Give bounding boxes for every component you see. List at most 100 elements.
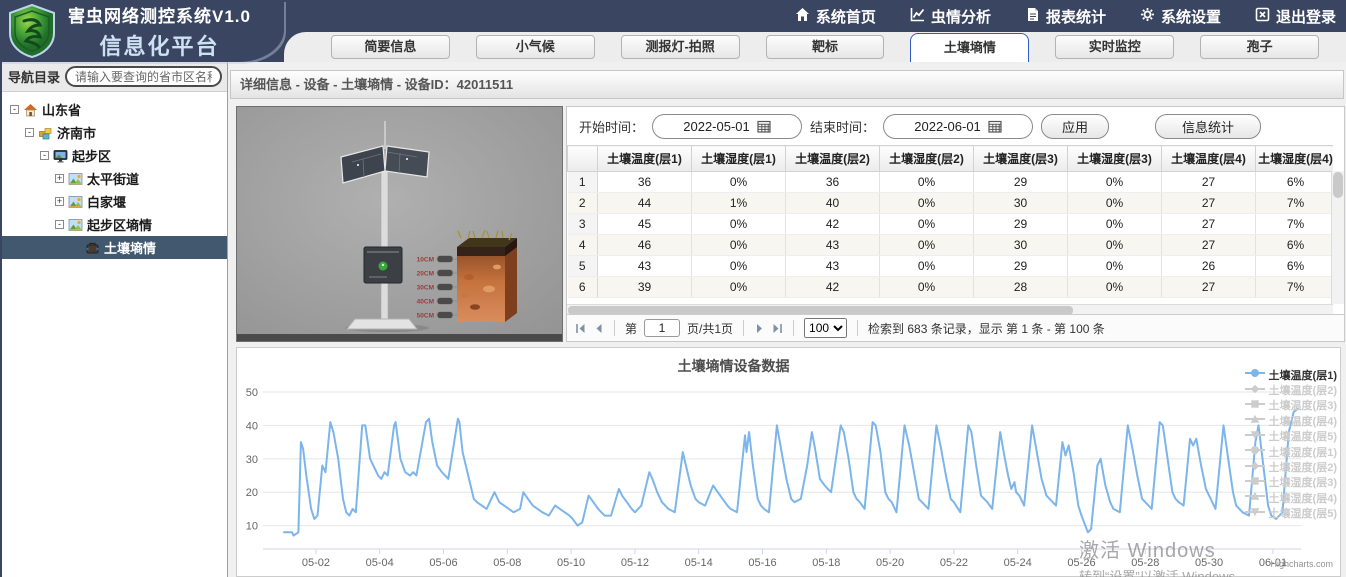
- tree-item-qibuqu[interactable]: - 起步区: [2, 144, 227, 167]
- tree-expander-collapse[interactable]: -: [40, 151, 49, 160]
- tab-brief-info[interactable]: 简要信息: [331, 35, 450, 59]
- tab-lamp-photo[interactable]: 测报灯-拍照: [621, 35, 740, 59]
- tree-item-label: 起步区: [72, 146, 111, 165]
- first-page-button[interactable]: [575, 323, 586, 334]
- legend-marker-square: [1245, 398, 1265, 413]
- legend-item-1[interactable]: 土壤温度(层1): [1245, 367, 1337, 382]
- legend-marker-circle: [1245, 367, 1265, 382]
- data-cell: 43: [786, 235, 880, 256]
- region-search-input[interactable]: [65, 66, 222, 87]
- legend-label: 土壤湿度(层5): [1269, 505, 1337, 521]
- tree-expander-expand[interactable]: +: [55, 197, 64, 206]
- device-photo: 10CM20CM30CM40CM50CM: [237, 107, 562, 341]
- legend-marker-triangle: [1245, 413, 1265, 428]
- tree-item-jinan[interactable]: - 济南市: [2, 121, 227, 144]
- province-icon: [23, 103, 38, 117]
- last-page-button[interactable]: [772, 323, 783, 334]
- table-row[interactable]: 3450%420%290%277%: [568, 214, 1334, 235]
- series-line-soil-temp-layer1: [284, 409, 1298, 536]
- tree-expander-collapse[interactable]: -: [25, 128, 34, 137]
- nav-label: 虫情分析: [931, 6, 991, 27]
- next-page-button[interactable]: [754, 323, 765, 334]
- data-cell: 29: [974, 172, 1068, 193]
- tab-realtime-monitor[interactable]: 实时监控: [1055, 35, 1174, 59]
- legend-item-8[interactable]: 土壤湿度(层3): [1245, 475, 1337, 490]
- legend-item-4[interactable]: 土壤温度(层4): [1245, 413, 1337, 428]
- x-axis-label: 05-30: [1195, 557, 1223, 569]
- tree-expander-collapse[interactable]: -: [10, 105, 19, 114]
- tree-item-taiping-street[interactable]: +太平街道: [2, 167, 227, 190]
- column-header: 土壤温度(层4): [1162, 146, 1256, 172]
- x-axis-label: 05-26: [1067, 557, 1095, 569]
- info-stats-button[interactable]: 信息统计: [1155, 114, 1261, 139]
- data-cell: 40: [786, 193, 880, 214]
- depth-label: 40CM: [417, 299, 434, 306]
- page-size-select[interactable]: 100: [804, 318, 847, 338]
- legend-item-5[interactable]: 土壤温度(层5): [1245, 429, 1337, 444]
- data-cell: 0%: [880, 172, 974, 193]
- row-number-cell: 5: [568, 256, 598, 277]
- tree-item-label: 济南市: [57, 123, 96, 142]
- column-header: 土壤湿度(层4): [1256, 146, 1334, 172]
- x-axis-label: 05-14: [685, 557, 713, 569]
- tree-item-soil-device[interactable]: 土壤墒情: [2, 236, 227, 259]
- data-cell: 7%: [1256, 214, 1334, 235]
- nav-pest-analysis[interactable]: 虫情分析: [910, 6, 991, 27]
- data-cell: 7%: [1256, 277, 1334, 298]
- row-number-cell: 4: [568, 235, 598, 256]
- line-chart-icon: [910, 7, 925, 26]
- table-vertical-scrollbar[interactable]: [1331, 171, 1344, 304]
- column-header: 土壤湿度(层1): [692, 146, 786, 172]
- page-number-input[interactable]: [644, 319, 680, 337]
- nav-home[interactable]: 系统首页: [795, 6, 876, 27]
- tree-item-qibuqu-shangqing[interactable]: - 起步区墒情: [2, 213, 227, 236]
- table-row[interactable]: 6390%420%280%277%: [568, 277, 1334, 298]
- nav-report-stats[interactable]: 报表统计: [1025, 6, 1106, 27]
- data-cell: 6%: [1256, 235, 1334, 256]
- row-number-cell: 1: [568, 172, 598, 193]
- legend-label: 土壤温度(层5): [1269, 428, 1337, 444]
- tree-item-shandong[interactable]: -山东省: [2, 98, 227, 121]
- tab-spore[interactable]: 孢子: [1200, 35, 1319, 59]
- legend-marker-diamond: [1245, 460, 1265, 475]
- nav-settings[interactable]: 系统设置: [1140, 6, 1221, 27]
- legend-marker-circle: [1245, 444, 1265, 459]
- start-date-value: 2022-05-01: [683, 119, 750, 134]
- tree-expander-collapse[interactable]: -: [55, 220, 64, 229]
- tree-expander-expand[interactable]: +: [55, 174, 64, 183]
- table-row[interactable]: 4460%430%300%276%: [568, 235, 1334, 256]
- legend-item-2[interactable]: 土壤温度(层2): [1245, 382, 1337, 397]
- data-panel: 开始时间： 2022-05-01 结束时间： 2022-06-01 应用 信息统…: [566, 106, 1345, 342]
- records-info-label: 检索到 683 条记录，显示 第 1 条 - 第 100 条: [868, 320, 1105, 337]
- vscroll-thumb[interactable]: [1333, 172, 1343, 198]
- table-row[interactable]: 5430%430%290%266%: [568, 256, 1334, 277]
- legend-item-9[interactable]: 土壤湿度(层4): [1245, 490, 1337, 505]
- end-date-field[interactable]: 2022-06-01: [883, 114, 1033, 139]
- legend-item-7[interactable]: 土壤湿度(层2): [1245, 459, 1337, 474]
- data-cell: 30: [974, 193, 1068, 214]
- data-cell: 42: [786, 214, 880, 235]
- highcharts-credit: Highcharts.com: [1270, 559, 1333, 569]
- table-row[interactable]: 1360%360%290%276%: [568, 172, 1334, 193]
- calendar-icon: [988, 120, 1002, 133]
- prev-page-button[interactable]: [593, 323, 604, 334]
- legend-item-6[interactable]: 土壤湿度(层1): [1245, 444, 1337, 459]
- report-icon: [1025, 7, 1040, 26]
- tree-item-baijiayan[interactable]: +白家堰: [2, 190, 227, 213]
- tab-microclimate[interactable]: 小气候: [476, 35, 595, 59]
- data-cell: 0%: [880, 235, 974, 256]
- legend-item-10[interactable]: 土壤湿度(层5): [1245, 506, 1337, 521]
- legend-marker-triangle-down: [1245, 506, 1265, 521]
- start-date-field[interactable]: 2022-05-01: [652, 114, 802, 139]
- nav-logout[interactable]: 退出登录: [1255, 6, 1336, 27]
- legend-item-3[interactable]: 土壤温度(层3): [1245, 398, 1337, 413]
- data-cell: 0%: [1068, 256, 1162, 277]
- tab-target[interactable]: 靶标: [766, 35, 885, 59]
- column-header: 土壤湿度(层3): [1068, 146, 1162, 172]
- table-row[interactable]: 2441%400%300%277%: [568, 193, 1334, 214]
- tab-soil-moisture[interactable]: 土壤墒情: [910, 33, 1029, 62]
- tree-item-label: 起步区墒情: [87, 215, 152, 234]
- data-cell: 30: [974, 235, 1068, 256]
- row-number-cell: 3: [568, 214, 598, 235]
- apply-button[interactable]: 应用: [1041, 114, 1109, 139]
